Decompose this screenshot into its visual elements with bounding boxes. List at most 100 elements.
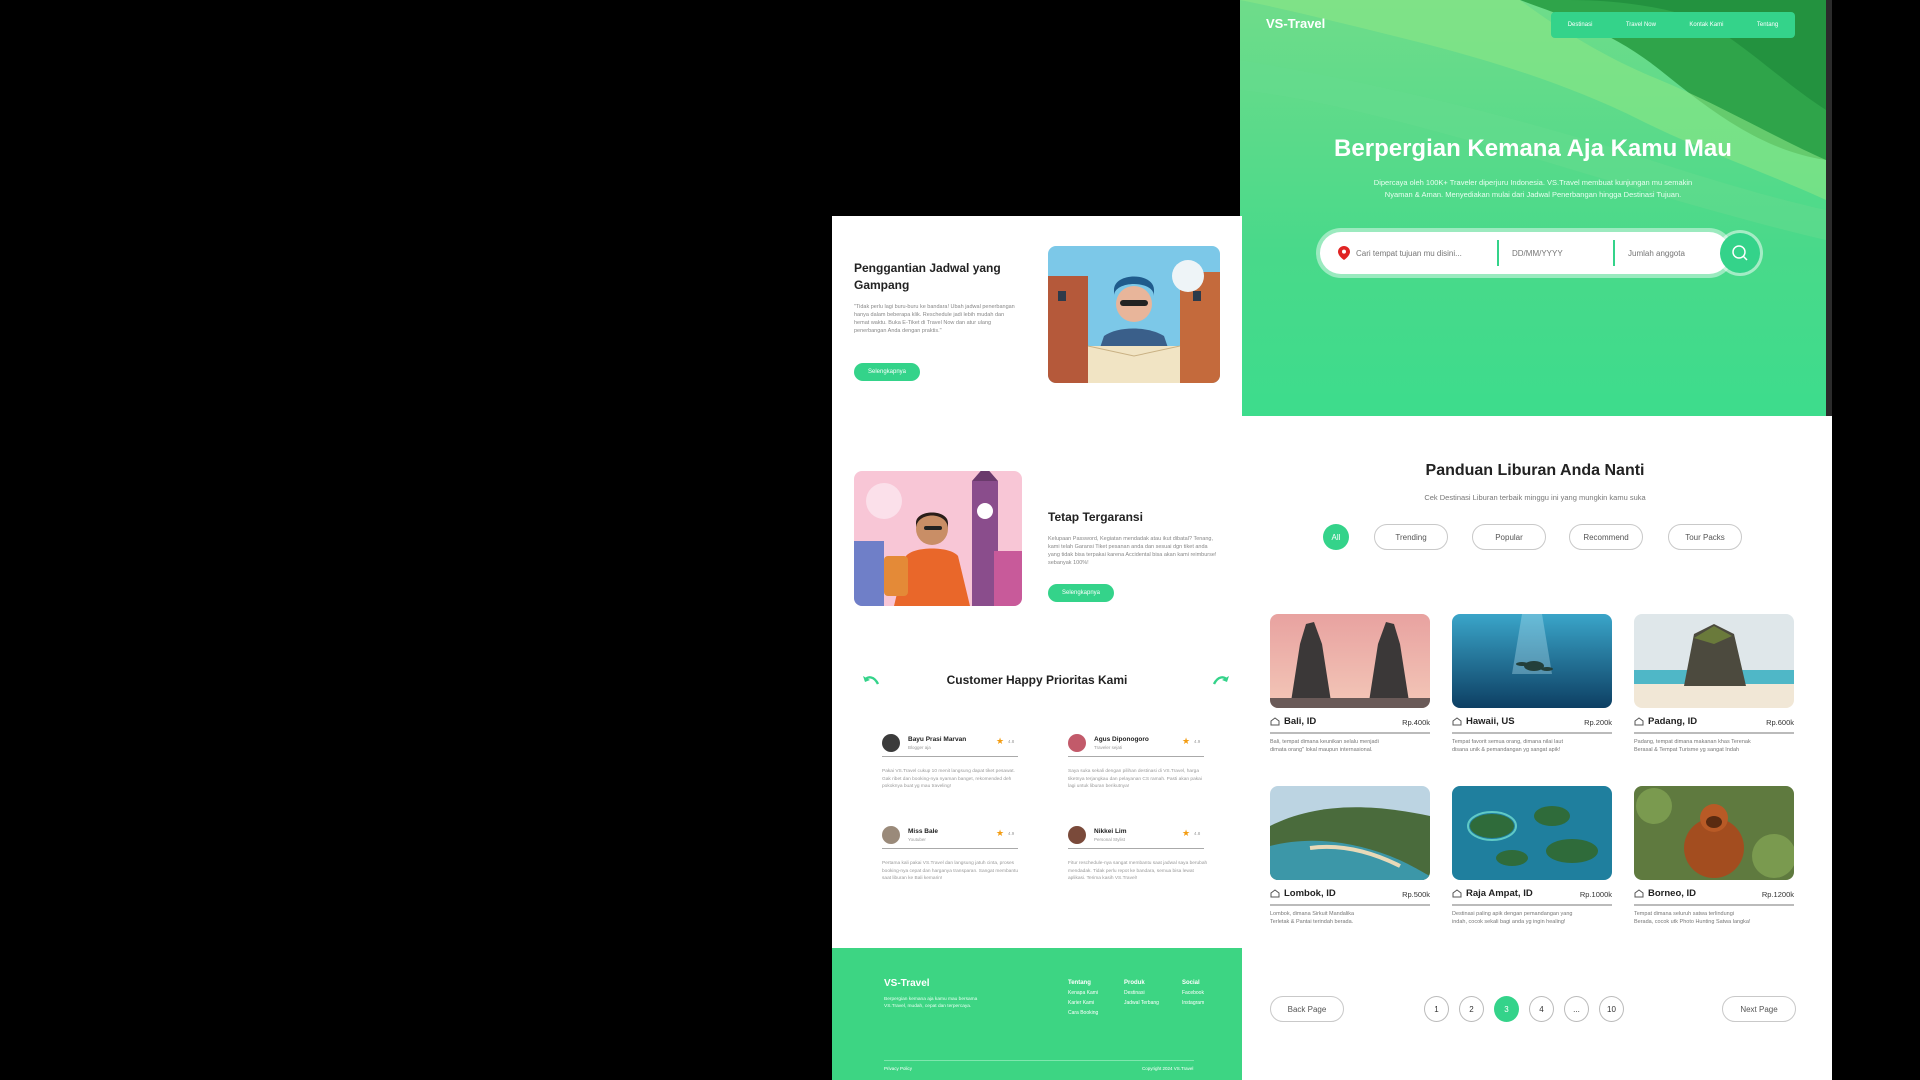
footer-link[interactable]: Destinasi: [1124, 988, 1159, 998]
brand-logo[interactable]: VS-Travel: [1266, 16, 1325, 31]
card-divider: [1452, 904, 1612, 906]
testimonial-text: Fitur reschedule-nya sangat membantu saa…: [1068, 861, 1208, 881]
filter-all-label: All: [1331, 532, 1341, 542]
traveler-map-illustration: [1048, 246, 1220, 383]
feature-reschedule-button[interactable]: Selengkapnya: [854, 363, 920, 381]
guide-subtitle: Cek Destinasi Liburan terbaik minggu ini…: [1424, 493, 1646, 502]
page-1-button[interactable]: 1: [1424, 996, 1449, 1022]
card-divider: [1270, 732, 1430, 734]
hero-subtitle-line-2: Nyaman & Aman. Menyediakan mulai dari Ja…: [1384, 190, 1682, 199]
testimonial-name: Miss Bale: [908, 828, 938, 835]
destination-desc-line-2: Terletak & Pantai terindah berada.: [1270, 919, 1354, 925]
filter-recommend[interactable]: Recommend: [1569, 524, 1643, 550]
destination-card-lombok[interactable]: Lombok, ID Rp.500k Lombok, dimana Sirkui…: [1270, 786, 1432, 925]
padang-rock-image: [1634, 614, 1794, 708]
nav-item-travel-now[interactable]: Travel Now: [1626, 22, 1656, 28]
testimonial-rating: 4.8: [1008, 739, 1015, 744]
lombok-coast-image: [1270, 786, 1430, 880]
back-page-label: Back Page: [1287, 1004, 1327, 1014]
footer-link[interactable]: Cara Booking: [1068, 1008, 1098, 1018]
footer-col-title: Social: [1182, 980, 1200, 986]
hawaii-turtle-image: [1452, 614, 1612, 708]
testimonial-rating: 4.9: [1008, 831, 1015, 836]
guide-title: Panduan Liburan Anda Nanti: [1425, 462, 1645, 479]
feature-reschedule-title: Penggantian Jadwal yang Gampang: [854, 260, 1001, 294]
footer-brand[interactable]: VS-Travel: [884, 978, 930, 989]
footer-col-tentang: Tentang Kenapa Kami Karier Kami Cara Boo…: [1068, 978, 1098, 1018]
destination-desc: Tempat favorit semua orang, dimana nilai…: [1452, 738, 1612, 754]
search-button[interactable]: [1720, 233, 1760, 273]
page-3-button-active[interactable]: 3: [1494, 996, 1519, 1022]
feature-guarantee-text: Kelupaan Password, Kegiatan mendadak ata…: [1048, 536, 1217, 566]
destination-card-bali[interactable]: Bali, ID Rp.400k Bali, tempat dimana keu…: [1270, 614, 1432, 753]
back-page-button[interactable]: Back Page: [1270, 996, 1344, 1022]
filter-tour-packs[interactable]: Tour Packs: [1668, 524, 1742, 550]
footer-link[interactable]: Karier Kami: [1068, 998, 1098, 1008]
building-icon: [1452, 717, 1462, 726]
destination-card-hawaii[interactable]: Hawaii, US Rp.200k Tempat favorit semua …: [1452, 614, 1614, 753]
destination-name: Raja Ampat, ID: [1466, 888, 1533, 899]
location-pin-icon: [1338, 246, 1350, 260]
destination-desc: Lombok, dimana Sirkuit Mandalika Terletak…: [1270, 910, 1430, 926]
footer-link[interactable]: Facebook: [1182, 988, 1204, 998]
destination-name: Borneo, ID: [1648, 888, 1697, 899]
filter-trending[interactable]: Trending: [1374, 524, 1448, 550]
footer-col-title: Tentang: [1068, 980, 1091, 986]
bali-gate-image: [1270, 614, 1430, 708]
destination-card-raja-ampat[interactable]: Raja Ampat, ID Rp.1000k Destinasi paling…: [1452, 786, 1614, 925]
destination-price: Rp.1000k: [1579, 890, 1612, 899]
page-2-button[interactable]: 2: [1459, 996, 1484, 1022]
page-4-button[interactable]: 4: [1529, 996, 1554, 1022]
guide-section: Panduan Liburan Anda Nanti Cek Destinasi…: [1242, 416, 1832, 1080]
destination-card-borneo[interactable]: Borneo, ID Rp.1200k Tempat dimana seluru…: [1634, 786, 1796, 925]
search-icon: [1732, 245, 1748, 261]
page-10-label: 10: [1607, 1004, 1616, 1014]
copyright-text: Copyright 2024 VS.Travel: [1142, 1066, 1194, 1071]
building-icon: [1270, 717, 1280, 726]
footer-link[interactable]: Instagram: [1182, 998, 1204, 1008]
testimonial-divider: [1068, 756, 1204, 757]
next-page-label: Next Page: [1740, 1004, 1778, 1014]
page-10-button[interactable]: 10: [1599, 996, 1624, 1022]
nav-item-kontak-kami[interactable]: Kontak Kami: [1689, 22, 1723, 28]
testimonial-text: Pertama kali pakai VS.Travel dan langsun…: [882, 861, 1019, 881]
testimonial-role: Personal Stylist: [1094, 837, 1126, 842]
card-divider: [1634, 904, 1794, 906]
hero-subtitle: Dipercaya oleh 100K+ Traveler diperjuru …: [1240, 177, 1826, 201]
testimonials-title: Customer Happy Prioritas Kami: [946, 673, 1128, 687]
feature-guarantee-button[interactable]: Selengkapnya: [1048, 584, 1114, 602]
next-page-button[interactable]: Next Page: [1722, 996, 1796, 1022]
destination-card-padang[interactable]: Padang, ID Rp.600k Padang, tempat dimana…: [1634, 614, 1796, 753]
avatar: [882, 826, 900, 844]
privacy-policy-link[interactable]: Privacy Policy: [884, 1066, 912, 1071]
page-3-label: 3: [1504, 1004, 1509, 1014]
brand-logo-text: VS-Travel: [1266, 16, 1326, 31]
footer-link[interactable]: Kenapa Kami: [1068, 988, 1098, 998]
testimonial-role: Blogger aja: [908, 745, 931, 750]
footer-divider: [884, 1060, 1194, 1061]
members-input[interactable]: [1628, 246, 1708, 260]
star-icon: ★: [996, 736, 1005, 746]
destination-name: Padang, ID: [1648, 716, 1698, 727]
filter-recommend-label: Recommend: [1583, 532, 1629, 542]
feature-reschedule-button-label: Selengkapnya: [867, 369, 907, 375]
testimonial-name: Agus Diponogoro: [1094, 736, 1149, 743]
footer-text: Berpergian kemana aja kamu mau bersama V…: [884, 997, 978, 1009]
destination-desc-line-1: Destinasi paling apik dengan pemandangan…: [1452, 911, 1573, 917]
date-input[interactable]: [1512, 246, 1602, 260]
filter-all[interactable]: All: [1323, 524, 1349, 550]
nav-item-tentang[interactable]: Tentang: [1757, 22, 1778, 28]
footer-col-produk: Produk Destinasi Jadwal Terbang: [1124, 978, 1159, 1008]
destination-search-input[interactable]: [1356, 246, 1486, 260]
building-icon: [1634, 717, 1644, 726]
nav-item-destinasi[interactable]: Destinasi: [1568, 22, 1593, 28]
raja-ampat-islands-image: [1452, 786, 1612, 880]
filter-popular[interactable]: Popular: [1472, 524, 1546, 550]
filter-tour-packs-label: Tour Packs: [1685, 532, 1725, 542]
page-2-label: 2: [1469, 1004, 1474, 1014]
footer-link[interactable]: Jadwal Terbang: [1124, 998, 1159, 1008]
arrow-right-icon[interactable]: [1212, 674, 1230, 686]
footer-col-social: Social Facebook Instagram: [1182, 978, 1204, 1008]
hero-subtitle-line-1: Dipercaya oleh 100K+ Traveler diperjuru …: [1373, 178, 1693, 187]
filter-popular-label: Popular: [1495, 532, 1523, 542]
